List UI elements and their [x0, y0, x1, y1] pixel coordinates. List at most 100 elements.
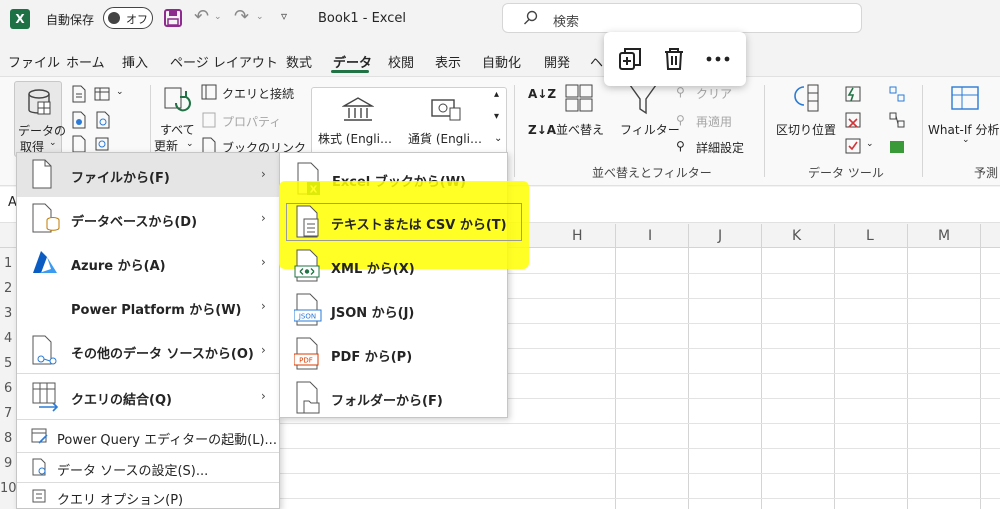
row-header-9[interactable]: 9 — [4, 456, 12, 471]
queries-connections-icon[interactable] — [200, 83, 218, 101]
column-divider — [688, 224, 689, 509]
menu-item-launch-power-query[interactable]: Power Query エディターの起動(L)... — [17, 421, 279, 451]
remove-duplicates-icon[interactable] — [844, 111, 862, 129]
chevron-down-icon[interactable]: ⌄ — [186, 139, 194, 149]
flash-fill-icon[interactable] — [844, 85, 862, 103]
gallery-expand-icon[interactable]: ⌄ — [494, 133, 502, 144]
row-header-5[interactable]: 5 — [4, 356, 12, 371]
tab-insert[interactable]: 挿入 — [122, 52, 148, 71]
column-header-m[interactable]: M — [938, 228, 950, 244]
tab-formulas[interactable]: 数式 — [286, 52, 312, 71]
search-box[interactable]: 検索 — [502, 3, 862, 33]
column-header-j[interactable]: J — [718, 228, 722, 244]
duplicate-icon[interactable] — [616, 45, 644, 73]
text-to-columns-icon[interactable] — [790, 83, 822, 113]
column-divider — [907, 224, 908, 509]
column-header-l[interactable]: L — [866, 228, 874, 244]
menu-item-other-sources[interactable]: その他のデータ ソースから(O) › — [17, 329, 279, 373]
autosave-toggle[interactable]: オフ — [103, 7, 153, 29]
get-data-button[interactable]: データの 取得 ⌄ — [14, 81, 66, 157]
refresh-all-icon[interactable] — [162, 85, 192, 115]
tab-help[interactable]: ヘ — [590, 52, 603, 71]
save-icon[interactable] — [164, 9, 182, 27]
recent-sources-icon[interactable] — [70, 135, 88, 153]
chevron-down-icon: ⌄ — [49, 138, 57, 148]
chevron-down-icon[interactable]: ⌄ — [116, 87, 124, 97]
row-header-6[interactable]: 6 — [4, 381, 12, 396]
gallery-down-icon[interactable]: ▾ — [494, 111, 499, 122]
menu-item-from-database[interactable]: データベースから(D) › — [17, 197, 279, 241]
sort-desc-icon[interactable]: Z↓A — [528, 123, 556, 137]
consolidate-icon[interactable] — [888, 85, 906, 103]
menu-label: データベースから(D) — [71, 215, 198, 230]
menu-item-query-options[interactable]: クエリ オプション(P) — [17, 483, 279, 509]
queries-connections-label[interactable]: クエリと接続 — [222, 85, 294, 102]
delete-icon[interactable] — [660, 45, 688, 73]
from-text-icon[interactable] — [70, 85, 88, 103]
tab-page-layout[interactable]: ページ レイアウト — [170, 52, 278, 71]
sort-asc-icon[interactable]: A↓Z — [528, 87, 556, 101]
more-options-icon[interactable] — [704, 45, 732, 73]
sort-label[interactable]: 並べ替え — [556, 121, 604, 138]
tab-view[interactable]: 表示 — [435, 52, 461, 71]
column-header-h[interactable]: H — [572, 228, 583, 244]
undo-icon[interactable]: ↶ — [194, 6, 209, 27]
tab-data[interactable]: データ — [333, 52, 372, 71]
existing-connections-icon[interactable] — [94, 135, 112, 153]
tab-developer[interactable]: 開発 — [544, 52, 570, 71]
column-header-i[interactable]: I — [648, 228, 652, 244]
row-header-8[interactable]: 8 — [4, 431, 12, 446]
chevron-right-icon: › — [261, 167, 266, 181]
get-data-menu: ファイルから(F) › データベースから(D) › Azure から(A) › … — [16, 152, 280, 509]
chevron-down-icon[interactable]: ⌄ — [866, 139, 874, 149]
tab-automate[interactable]: 自動化 — [482, 52, 521, 71]
what-if-analysis-icon[interactable] — [950, 85, 980, 113]
menu-item-data-source-settings[interactable]: データ ソースの設定(S)... — [17, 453, 279, 481]
tab-file[interactable]: ファイル — [8, 52, 60, 71]
menu-item-from-file[interactable]: ファイルから(F) › — [17, 153, 279, 197]
filter-icon[interactable] — [628, 83, 658, 115]
excel-app-icon: X — [10, 9, 30, 29]
advanced-label[interactable]: 詳細設定 — [696, 139, 744, 156]
sort-icon[interactable] — [564, 83, 594, 113]
relationships-icon[interactable] — [888, 111, 906, 129]
gallery-up-icon[interactable]: ▴ — [494, 89, 499, 100]
redo-icon[interactable]: ↷ — [234, 6, 249, 27]
chevron-down-icon[interactable]: ⌄ — [962, 135, 970, 145]
reapply-icon: ⚲ — [676, 113, 685, 127]
advanced-filter-icon[interactable]: ⚲ — [676, 139, 685, 153]
data-validation-icon[interactable] — [844, 137, 862, 155]
from-web-icon[interactable] — [70, 111, 88, 129]
from-table-range-icon[interactable] — [94, 111, 112, 129]
refresh-all-label-1[interactable]: すべて — [160, 121, 195, 138]
row-header-2[interactable]: 2 — [4, 281, 12, 296]
query-options-icon — [32, 489, 46, 503]
tab-home[interactable]: ホーム — [66, 52, 105, 71]
stocks-data-type[interactable]: 株式 (Engli… — [318, 130, 392, 147]
floating-toolbar — [604, 32, 746, 86]
from-table-icon[interactable] — [94, 85, 112, 103]
currency-data-type[interactable]: 通貨 (Engli… — [408, 130, 482, 147]
undo-dropdown-icon[interactable]: ⌄ — [214, 12, 222, 22]
row-header-10[interactable]: 10 — [0, 481, 17, 496]
autosave-label: 自動保存 — [46, 13, 95, 27]
menu-label: データ ソースの設定(S)... — [57, 464, 209, 479]
tab-review[interactable]: 校閲 — [388, 52, 414, 71]
ribbon-tabs: ファイル ホーム 挿入 ページ レイアウト 数式 データ 校閲 表示 自動化 開… — [0, 46, 1000, 72]
row-header-7[interactable]: 7 — [4, 406, 12, 421]
menu-item-combine-queries[interactable]: クエリの結合(Q) › — [17, 375, 279, 419]
filter-label[interactable]: フィルター — [620, 121, 680, 138]
row-header-3[interactable]: 3 — [4, 306, 12, 321]
menu-item-from-power-platform[interactable]: Power Platform から(W) › — [17, 285, 279, 329]
text-to-columns-label[interactable]: 区切り位置 — [776, 121, 836, 138]
properties-label: プロパティ — [222, 115, 282, 129]
row-header-1[interactable]: 1 — [4, 256, 12, 271]
column-header-k[interactable]: K — [792, 228, 801, 244]
chevron-right-icon: › — [261, 255, 266, 269]
row-header-4[interactable]: 4 — [4, 331, 12, 346]
clear-label: クリア — [696, 87, 733, 101]
redo-dropdown-icon[interactable]: ⌄ — [256, 12, 264, 22]
menu-item-from-azure[interactable]: Azure から(A) › — [17, 241, 279, 285]
customize-qat-icon[interactable]: ▿ — [281, 9, 287, 23]
data-model-icon[interactable] — [888, 137, 906, 155]
